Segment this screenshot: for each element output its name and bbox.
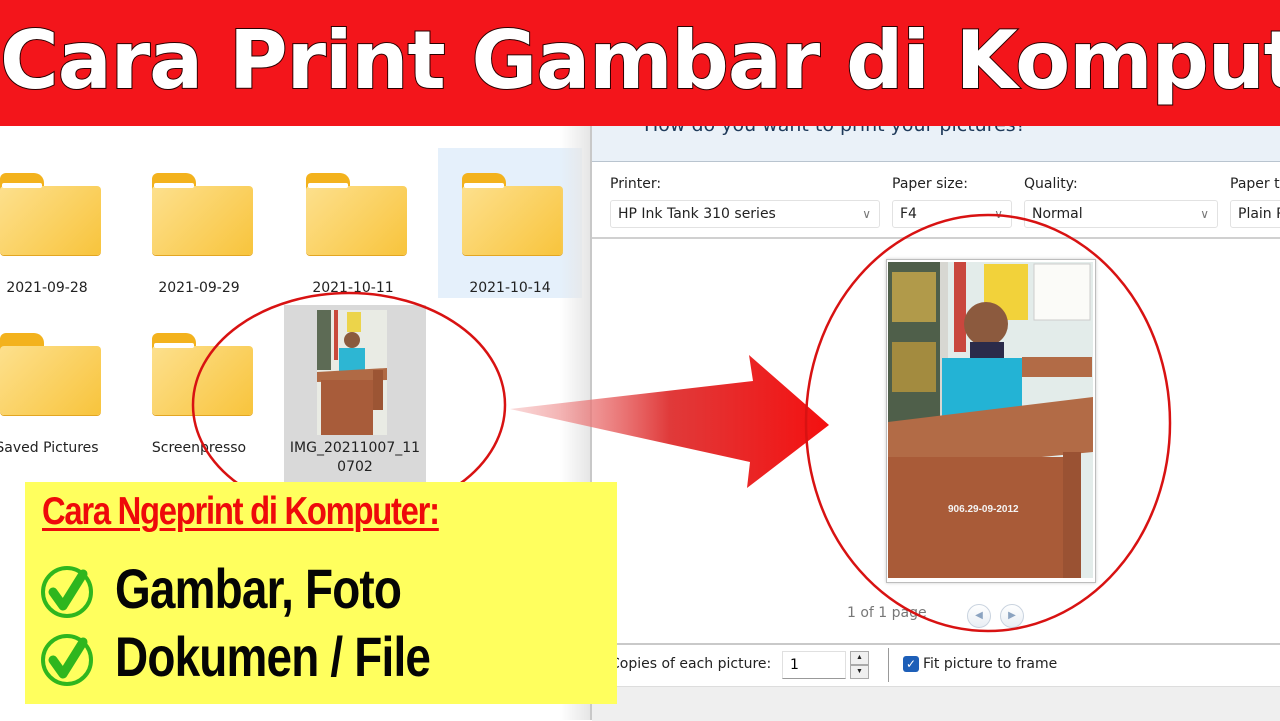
file-name-line1: IMG_20211007_11 — [289, 440, 421, 456]
folder-label: 2021-09-29 — [158, 280, 240, 296]
image-file-item[interactable]: IMG_20211007_11 0702 — [284, 305, 426, 483]
file-name-line2: 0702 — [337, 459, 373, 475]
triangle-left-icon: ◀ — [975, 610, 983, 621]
footer-separator — [888, 648, 889, 682]
dialog-bottom-bar — [592, 686, 1280, 721]
folder-label: Saved Pictures — [0, 440, 99, 456]
folder-label: 2021-09-28 — [6, 280, 88, 296]
copies-input[interactable]: 1 — [782, 651, 846, 679]
folder-item[interactable]: Screenpresso — [128, 308, 270, 458]
checklist-text: Dokumen / File — [115, 625, 431, 688]
chevron-down-icon: ∨ — [994, 207, 1003, 221]
copies-increment-button[interactable]: ▲ — [850, 651, 869, 665]
checklist-text: Gambar, Foto — [115, 557, 402, 620]
folder-icon — [152, 173, 253, 255]
fit-picture-label[interactable]: Fit picture to frame — [923, 656, 1057, 672]
print-preview-page: 906.29-09-2012 — [886, 259, 1096, 583]
page-count: 1 of 1 page — [847, 605, 927, 621]
paper-size-label: Paper size: — [892, 176, 968, 192]
folder-icon — [0, 333, 101, 415]
image-file-label: IMG_20211007_11 0702 — [284, 439, 426, 477]
folder-item[interactable]: 2021-09-28 — [0, 148, 118, 298]
paper-type-value: Plain Paper — [1238, 206, 1280, 222]
printer-label: Printer: — [610, 176, 662, 192]
previous-page-button[interactable]: ◀ — [967, 604, 991, 628]
dialog-header: How do you want to print your pictures? — [592, 114, 1280, 162]
quality-select[interactable]: Normal ∨ — [1024, 200, 1218, 228]
triangle-right-icon: ▶ — [1008, 610, 1016, 621]
preview-photo: 906.29-09-2012 — [888, 262, 1093, 578]
folder-item[interactable]: Saved Pictures — [0, 308, 118, 458]
chevron-down-icon: ∨ — [1200, 207, 1209, 221]
chevron-down-icon: ∨ — [862, 207, 871, 221]
folder-icon — [306, 173, 407, 255]
printer-select[interactable]: HP Ink Tank 310 series ∨ — [610, 200, 880, 228]
title-banner: Cara Print Gambar di Komputer — [0, 0, 1280, 126]
folder-item[interactable]: 2021-09-29 — [128, 148, 270, 298]
banner-title: Cara Print Gambar di Komputer — [0, 13, 1280, 108]
paper-size-select[interactable]: F4 ∨ — [892, 200, 1012, 228]
folder-icon — [152, 333, 253, 415]
callout-heading: Cara Ngeprint di Komputer: — [42, 490, 440, 533]
check-circle-icon — [41, 634, 93, 686]
copies-label: Copies of each picture: — [610, 656, 772, 672]
next-page-button[interactable]: ▶ — [1000, 604, 1024, 628]
folder-label: 2021-10-11 — [312, 280, 394, 296]
paper-size-value: F4 — [900, 206, 917, 222]
image-thumbnail — [317, 310, 387, 435]
info-callout: Cara Ngeprint di Komputer: Gambar, Foto … — [25, 482, 617, 704]
folder-icon — [0, 173, 101, 255]
fit-picture-checkbox[interactable]: ✓ — [903, 656, 919, 672]
options-divider — [592, 237, 1280, 239]
check-circle-icon — [41, 566, 93, 618]
printer-value: HP Ink Tank 310 series — [618, 206, 776, 222]
quality-label: Quality: — [1024, 176, 1078, 192]
footer-divider — [592, 643, 1280, 645]
paper-type-select[interactable]: Plain Paper — [1230, 200, 1280, 228]
folder-icon — [462, 173, 563, 255]
checkmark-icon: ✓ — [905, 657, 917, 671]
folder-label: Screenpresso — [151, 440, 247, 456]
print-pictures-dialog: How do you want to print your pictures? … — [590, 114, 1280, 721]
quality-value: Normal — [1032, 206, 1083, 222]
svg-text:906.29-09-2012: 906.29-09-2012 — [948, 504, 1019, 515]
paper-type-label: Paper type: — [1230, 176, 1280, 192]
copies-decrement-button[interactable]: ▼ — [850, 665, 869, 679]
folder-item[interactable]: 2021-10-11 — [282, 148, 424, 298]
